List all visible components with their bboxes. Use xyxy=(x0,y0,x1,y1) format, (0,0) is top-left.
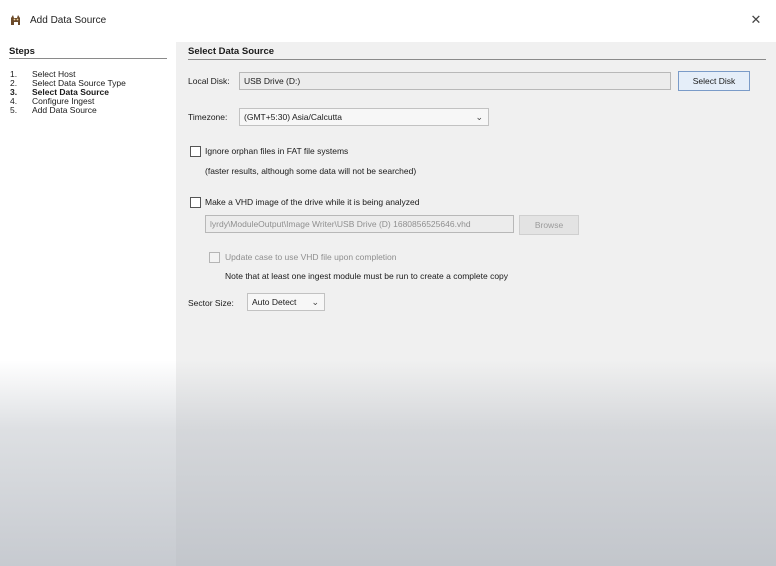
timezone-label: Timezone: xyxy=(188,112,228,122)
update-case-label: Update case to use VHD file upon complet… xyxy=(225,252,397,262)
select-disk-button[interactable]: Select Disk xyxy=(678,71,750,91)
steps-heading: Steps xyxy=(9,46,35,57)
sector-size-label: Sector Size: xyxy=(188,298,234,308)
sector-size-select[interactable]: Auto Detect ⌄ xyxy=(247,293,325,311)
timezone-value: (GMT+5:30) Asia/Calcutta xyxy=(244,112,343,122)
browse-button[interactable]: Browse xyxy=(519,215,579,235)
steps-list: 1. Select Host 2. Select Data Source Type … xyxy=(10,70,126,115)
title-bar: Add Data Source ✕ xyxy=(0,0,776,42)
chevron-down-icon: ⌄ xyxy=(475,112,483,122)
chevron-down-icon: ⌄ xyxy=(311,297,319,307)
add-data-source-window: Add Data Source ✕ Steps 1. Select Host 2.… xyxy=(0,0,776,566)
make-vhd-label: Make a VHD image of the drive while it i… xyxy=(205,197,420,207)
window-title: Add Data Source xyxy=(30,15,107,26)
vhd-note: Note that at least one ingest module mus… xyxy=(225,271,509,281)
local-disk-field: USB Drive (D:) xyxy=(239,72,671,90)
close-icon: ✕ xyxy=(750,12,762,27)
autopsy-dog-icon xyxy=(11,15,20,25)
update-case-checkbox[interactable] xyxy=(209,252,220,263)
make-vhd-checkbox[interactable] xyxy=(190,197,201,208)
steps-divider xyxy=(9,58,167,59)
ignore-orphan-checkbox[interactable] xyxy=(190,146,201,157)
ignore-orphan-note: (faster results, although some data will… xyxy=(205,166,417,176)
data-source-panel: Select Data Source Local Disk: USB Drive… xyxy=(176,42,776,566)
steps-panel: Steps 1. Select Host 2. Select Data Source… xyxy=(0,42,176,566)
panel-divider xyxy=(188,59,766,60)
vhd-path-field: lyrdy\ModuleOutput\Image Writer\USB Driv… xyxy=(205,215,514,233)
close-button[interactable]: ✕ xyxy=(746,10,766,30)
local-disk-label: Local Disk: xyxy=(188,76,230,86)
ignore-orphan-label: Ignore orphan files in FAT file systems xyxy=(205,146,349,156)
timezone-select[interactable]: (GMT+5:30) Asia/Calcutta ⌄ xyxy=(239,108,489,126)
panel-heading: Select Data Source xyxy=(188,46,275,57)
step-label: Add Data Source xyxy=(32,105,97,115)
sector-size-value: Auto Detect xyxy=(252,297,297,307)
step-item: 5. Add Data Source xyxy=(10,106,126,115)
step-number: 5. xyxy=(10,105,18,115)
